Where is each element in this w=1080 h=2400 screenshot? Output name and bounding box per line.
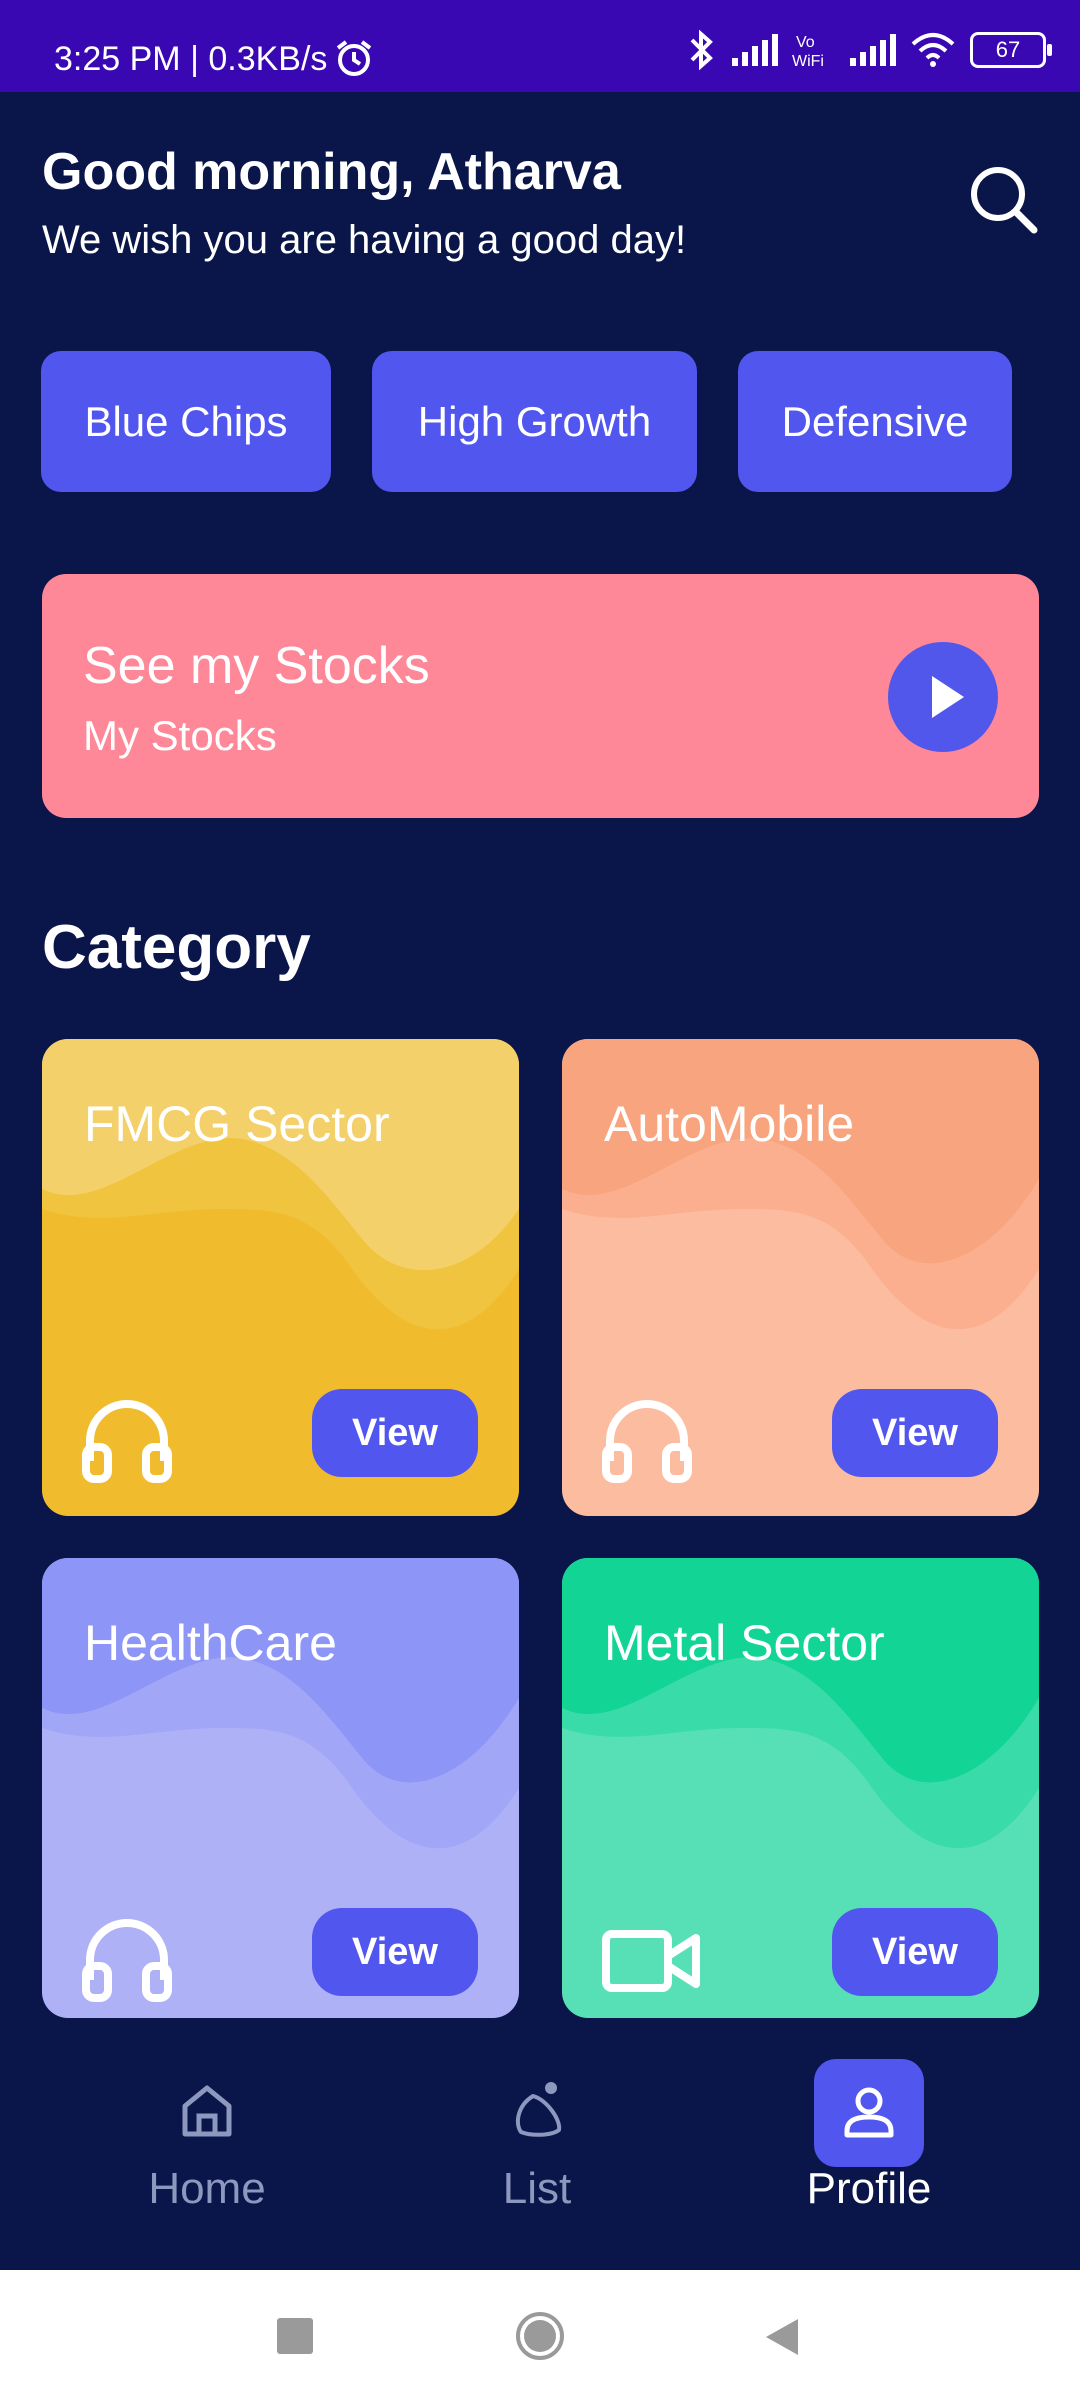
nav-item-home[interactable]: Home — [87, 2080, 327, 2220]
banner-title: See my Stocks — [83, 637, 430, 695]
headphones-icon — [82, 1400, 172, 1483]
card-title: Metal Sector — [604, 1615, 885, 1671]
signal-icon — [732, 34, 778, 66]
search-icon[interactable] — [968, 164, 1038, 234]
bluetooth-icon — [690, 30, 713, 70]
category-card-automobile[interactable]: AutoMobile View — [562, 1039, 1039, 1516]
home-icon — [182, 2085, 232, 2137]
play-button[interactable] — [888, 642, 998, 752]
headphones-icon — [602, 1400, 692, 1483]
nav-item-list[interactable]: List — [417, 2080, 657, 2220]
headphones-icon — [82, 1919, 172, 2002]
recent-apps-button[interactable] — [277, 2318, 313, 2354]
nav-label-home: Home — [148, 2164, 266, 2213]
back-button[interactable] — [762, 2315, 802, 2359]
nav-label-profile: Profile — [806, 2164, 932, 2213]
banner-subtitle: My Stocks — [83, 712, 277, 759]
status-time: 3:25 PM | 0.3KB/s — [54, 40, 328, 78]
home-button[interactable] — [514, 2310, 566, 2362]
battery-level: 67 — [995, 37, 1021, 62]
card-title: FMCG Sector — [84, 1096, 390, 1152]
chip-high-growth[interactable]: High Growth — [372, 351, 697, 492]
video-camera-icon — [602, 1930, 700, 1992]
view-button[interactable]: View — [832, 1908, 998, 1996]
category-card-healthcare[interactable]: HealthCare View — [42, 1558, 519, 2018]
view-button[interactable]: View — [832, 1389, 998, 1477]
svg-text:WiFi: WiFi — [792, 53, 824, 70]
card-title: HealthCare — [84, 1615, 337, 1671]
play-icon — [932, 676, 964, 718]
view-button[interactable]: View — [312, 1908, 478, 1996]
status-icons: Vo WiFi 67 — [686, 30, 1052, 70]
list-icon — [515, 2082, 562, 2137]
card-title: AutoMobile — [604, 1096, 855, 1152]
wifi-icon — [911, 33, 955, 67]
greeting-title: Good morning, Atharva — [42, 143, 621, 201]
user-icon — [844, 2087, 894, 2138]
battery-icon: 67 — [970, 32, 1052, 68]
svg-text:Vo: Vo — [796, 34, 815, 51]
vowifi-icon: Vo WiFi — [792, 34, 824, 70]
nav-label-list: List — [502, 2164, 572, 2213]
nav-item-profile[interactable]: Profile — [749, 2059, 989, 2219]
category-card-metal[interactable]: Metal Sector View — [562, 1558, 1039, 2018]
category-card-fmcg[interactable]: FMCG Sector View — [42, 1039, 519, 1516]
greeting-subtitle: We wish you are having a good day! — [42, 218, 687, 262]
signal-icon-2 — [850, 34, 896, 66]
alarm-icon — [336, 40, 372, 76]
category-title: Category — [42, 913, 311, 982]
chip-defensive[interactable]: Defensive — [738, 351, 1012, 492]
view-button[interactable]: View — [312, 1389, 478, 1477]
chip-blue-chips[interactable]: Blue Chips — [41, 351, 331, 492]
